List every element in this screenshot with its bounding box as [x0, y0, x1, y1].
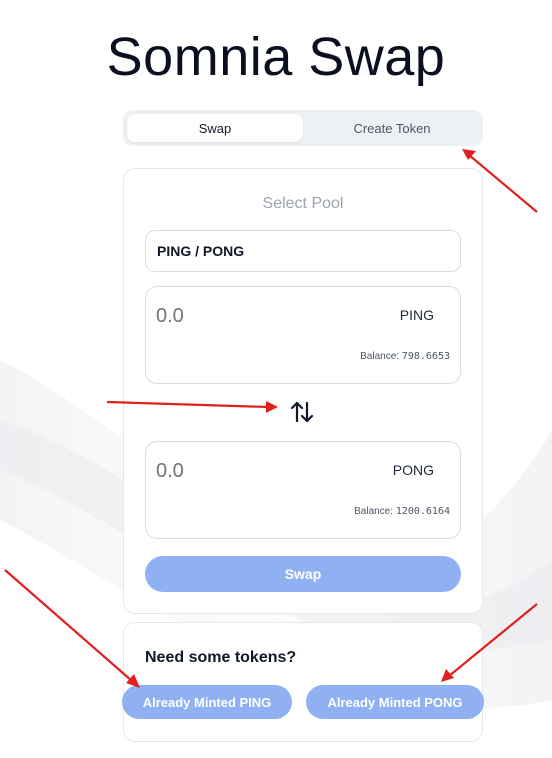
mint-pong-button[interactable]: Already Minted PONG — [306, 685, 484, 719]
mint-card: Need some tokens? Already Minted PING Al… — [122, 622, 484, 742]
from-amount-box: PING Balance: 798.6653 — [145, 286, 461, 384]
mint-heading: Need some tokens? — [145, 649, 297, 666]
from-balance: Balance: 798.6653 — [360, 351, 450, 362]
swap-card: Select Pool PING / PONG PING Balance: 79… — [123, 168, 483, 614]
page-title: Somnia Swap — [106, 27, 446, 87]
to-token-label: PONG — [392, 462, 434, 478]
to-balance-value: 1200.6164 — [395, 506, 450, 517]
from-amount-input[interactable] — [156, 300, 336, 332]
swap-button[interactable]: Swap — [145, 556, 461, 592]
tab-swap[interactable]: Swap — [127, 114, 303, 142]
from-balance-value: 798.6653 — [401, 351, 450, 362]
from-token-label: PING — [399, 307, 434, 323]
from-balance-label: Balance: — [360, 351, 400, 362]
tab-create-token[interactable]: Create Token — [305, 114, 479, 142]
pool-selector[interactable]: PING / PONG — [145, 230, 461, 272]
annotation-arrow-mint-ping — [4, 569, 140, 688]
to-balance-label: Balance: — [354, 506, 394, 517]
to-amount-box: PONG Balance: 1200.6164 — [145, 441, 461, 539]
swap-vertical-arrows-icon — [290, 401, 314, 423]
swap-direction-button[interactable] — [289, 397, 315, 427]
to-balance: Balance: 1200.6164 — [354, 506, 450, 517]
to-amount-input[interactable] — [156, 455, 336, 487]
select-pool-label: Select Pool — [262, 195, 344, 212]
tab-bar: Swap Create Token — [123, 110, 483, 146]
mint-ping-button[interactable]: Already Minted PING — [122, 685, 292, 719]
